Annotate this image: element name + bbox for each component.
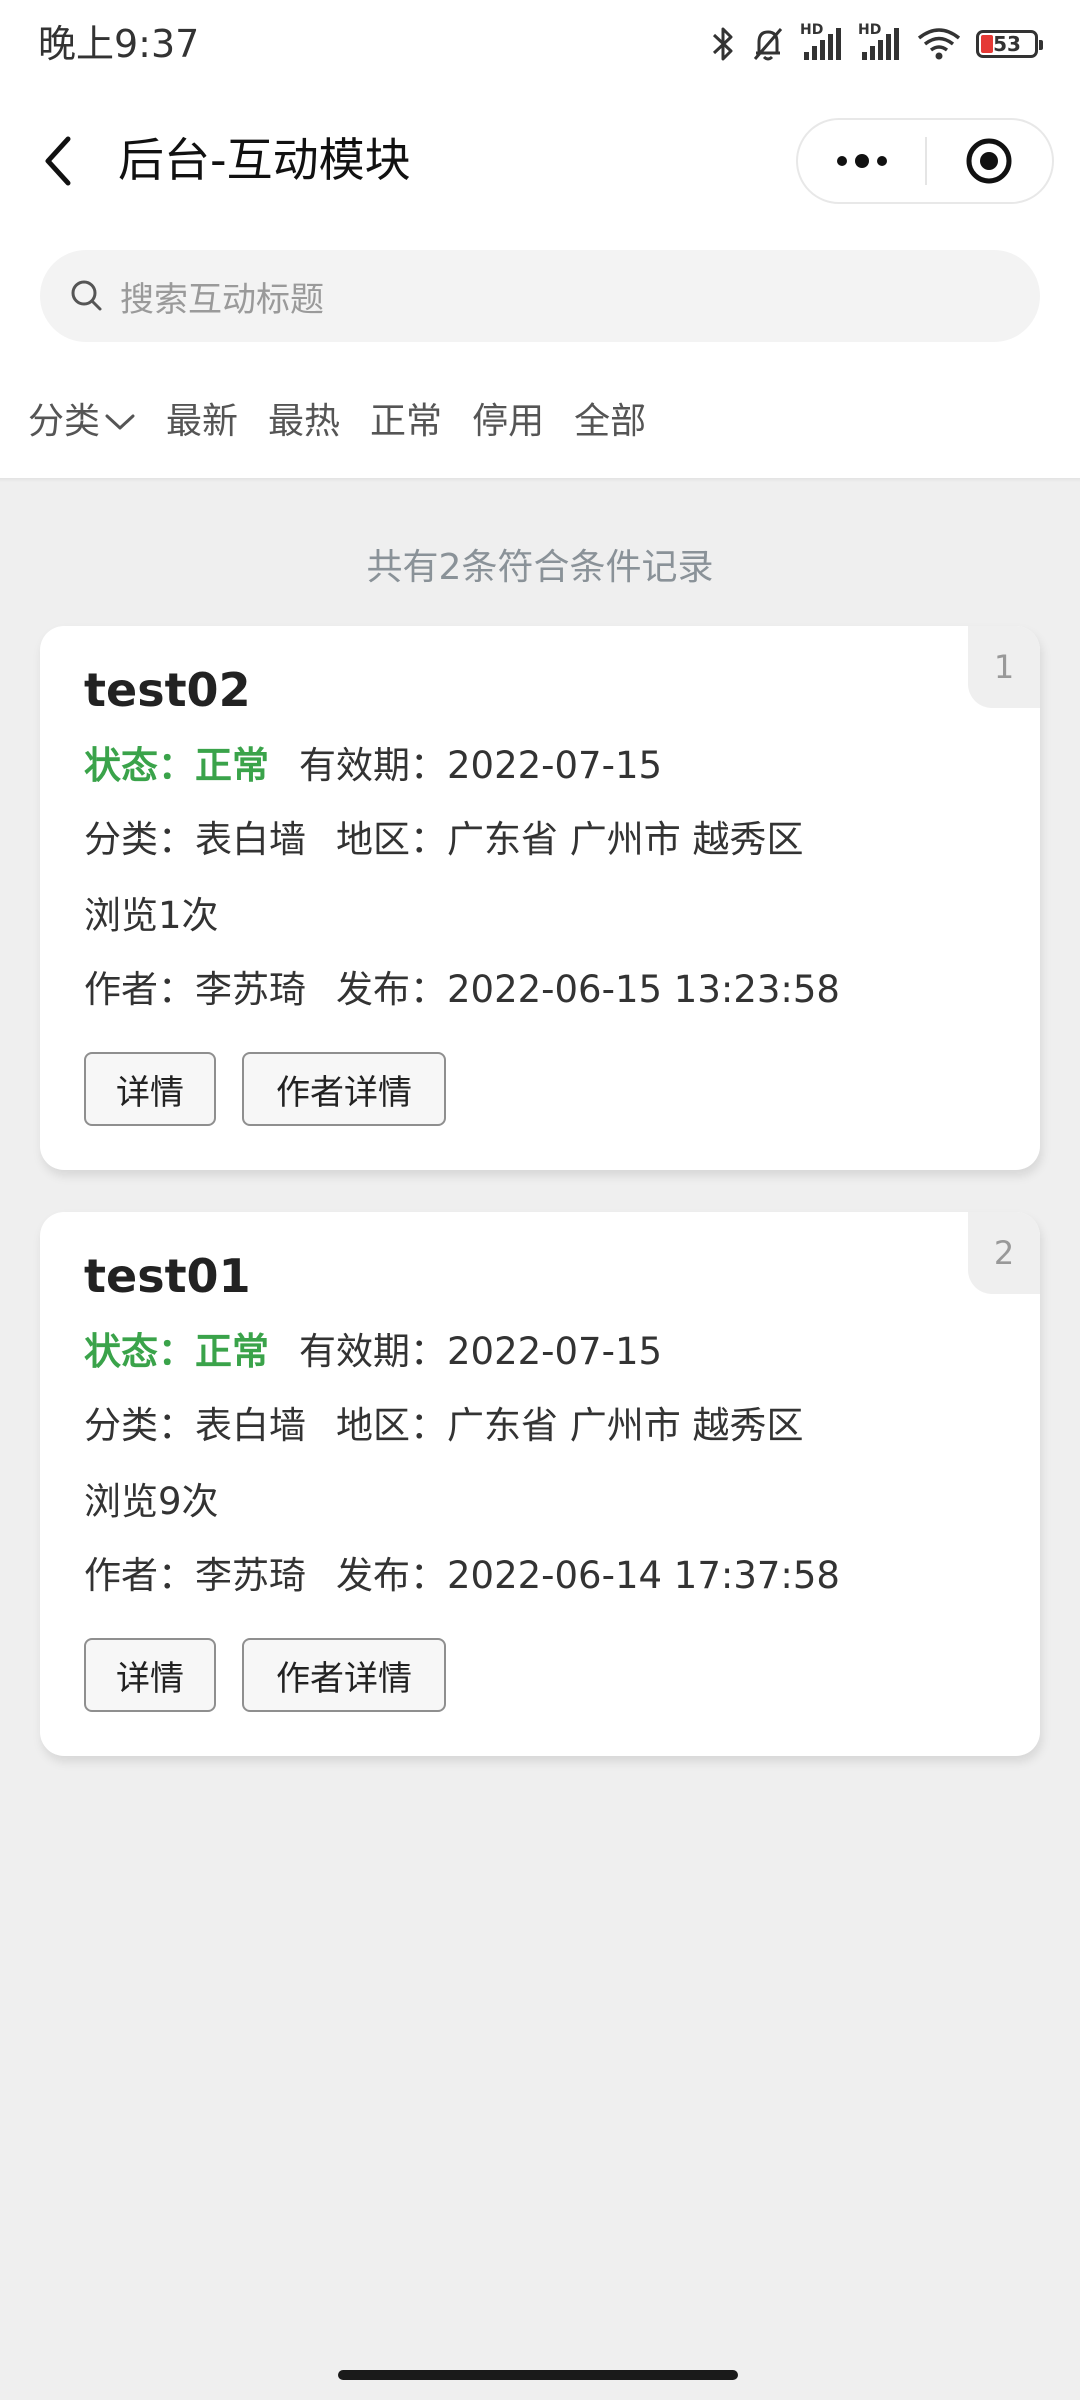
author-label: 作者： xyxy=(84,968,195,1011)
chevron-left-icon xyxy=(45,136,71,186)
status-badge: 正常 xyxy=(195,1330,269,1373)
list-item: 2 test01 状态：正常 有效期：2022-07-15 分类：表白墙 地区：广东… xyxy=(40,1212,1040,1756)
views-line: 浏览9次 xyxy=(84,1480,219,1523)
search-icon xyxy=(71,280,102,311)
search-input[interactable]: 搜索互动标题 xyxy=(40,250,1040,342)
more-button[interactable] xyxy=(798,120,925,202)
publish-label: 发布： xyxy=(336,1554,447,1597)
status-line: 状态：正常 有效期：2022-07-15 xyxy=(84,738,662,794)
header-divider xyxy=(0,478,1080,482)
status-icons: HD HD 53 xyxy=(710,20,1043,68)
mini-program-capsule xyxy=(796,118,1054,204)
author-line: 作者：李苏琦 发布：2022-06-14 17:37:58 xyxy=(84,1548,840,1604)
home-indicator[interactable] xyxy=(338,2370,738,2380)
more-dots-icon xyxy=(836,154,887,168)
author-detail-button[interactable]: 作者详情 xyxy=(242,1638,446,1712)
valid-value: 2022-07-15 xyxy=(447,744,663,787)
back-button[interactable] xyxy=(30,126,86,196)
publish-label: 发布： xyxy=(336,968,447,1011)
status-badge: 正常 xyxy=(195,744,269,787)
author-value: 李苏琦 xyxy=(195,968,306,1011)
region-label: 地区： xyxy=(336,1404,447,1447)
valid-value: 2022-07-15 xyxy=(447,1330,663,1373)
hd-signal-icon: HD xyxy=(800,22,844,64)
status-label: 状态： xyxy=(84,744,195,787)
author-label: 作者： xyxy=(84,1554,195,1597)
chevron-down-icon xyxy=(105,414,135,430)
category-label: 分类： xyxy=(84,1404,195,1447)
region-value: 广东省 广州市 越秀区 xyxy=(447,1404,804,1447)
detail-button[interactable]: 详情 xyxy=(84,1052,216,1126)
target-circle-icon xyxy=(966,138,1012,184)
views-line: 浏览1次 xyxy=(84,894,219,937)
publish-value: 2022-06-15 13:23:58 xyxy=(447,968,840,1011)
filter-disabled[interactable]: 停用 xyxy=(472,392,544,452)
filter-label: 分类 xyxy=(28,401,101,442)
list-item: 1 test02 状态：正常 有效期：2022-07-15 分类：表白墙 地区：广东… xyxy=(40,626,1040,1170)
search-placeholder: 搜索互动标题 xyxy=(120,279,324,320)
filter-latest[interactable]: 最新 xyxy=(166,392,238,452)
item-title: test02 xyxy=(84,663,251,717)
category-value: 表白墙 xyxy=(195,1404,306,1447)
filter-all[interactable]: 全部 xyxy=(574,392,646,452)
valid-label: 有效期： xyxy=(299,1330,447,1373)
status-label: 状态： xyxy=(84,1330,195,1373)
item-index: 2 xyxy=(968,1212,1040,1294)
detail-button[interactable]: 详情 xyxy=(84,1638,216,1712)
hd-signal-icon: HD xyxy=(858,22,902,64)
battery-icon: 53 xyxy=(976,30,1043,58)
battery-level: 53 xyxy=(993,32,1021,56)
publish-value: 2022-06-14 17:37:58 xyxy=(447,1554,840,1597)
category-line: 分类：表白墙 地区：广东省 广州市 越秀区 xyxy=(84,1398,804,1454)
status-bar: 晚上9:37 HD HD 53 xyxy=(0,0,1080,88)
status-time: 晚上9:37 xyxy=(38,22,200,66)
filter-category[interactable]: 分类 xyxy=(28,392,136,452)
status-line: 状态：正常 有效期：2022-07-15 xyxy=(84,1324,662,1380)
result-count: 共有2条符合条件记录 xyxy=(366,547,714,588)
wifi-icon xyxy=(917,28,961,60)
filter-hottest[interactable]: 最热 xyxy=(268,392,340,452)
item-index: 1 xyxy=(968,626,1040,708)
nav-bar: 后台-互动模块 xyxy=(0,100,1080,220)
mute-bell-icon xyxy=(753,28,783,61)
category-value: 表白墙 xyxy=(195,818,306,861)
valid-label: 有效期： xyxy=(299,744,447,787)
category-label: 分类： xyxy=(84,818,195,861)
region-value: 广东省 广州市 越秀区 xyxy=(447,818,804,861)
category-line: 分类：表白墙 地区：广东省 广州市 越秀区 xyxy=(84,812,804,868)
author-detail-button[interactable]: 作者详情 xyxy=(242,1052,446,1126)
close-button[interactable] xyxy=(927,120,1052,202)
author-value: 李苏琦 xyxy=(195,1554,306,1597)
filter-normal[interactable]: 正常 xyxy=(370,392,442,452)
item-title: test01 xyxy=(84,1249,251,1303)
filter-tabs: 分类 最新 最热 正常 停用 全部 xyxy=(28,392,676,452)
region-label: 地区： xyxy=(336,818,447,861)
page-title: 后台-互动模块 xyxy=(118,133,411,187)
bluetooth-icon xyxy=(712,27,733,61)
author-line: 作者：李苏琦 发布：2022-06-15 13:23:58 xyxy=(84,962,840,1018)
